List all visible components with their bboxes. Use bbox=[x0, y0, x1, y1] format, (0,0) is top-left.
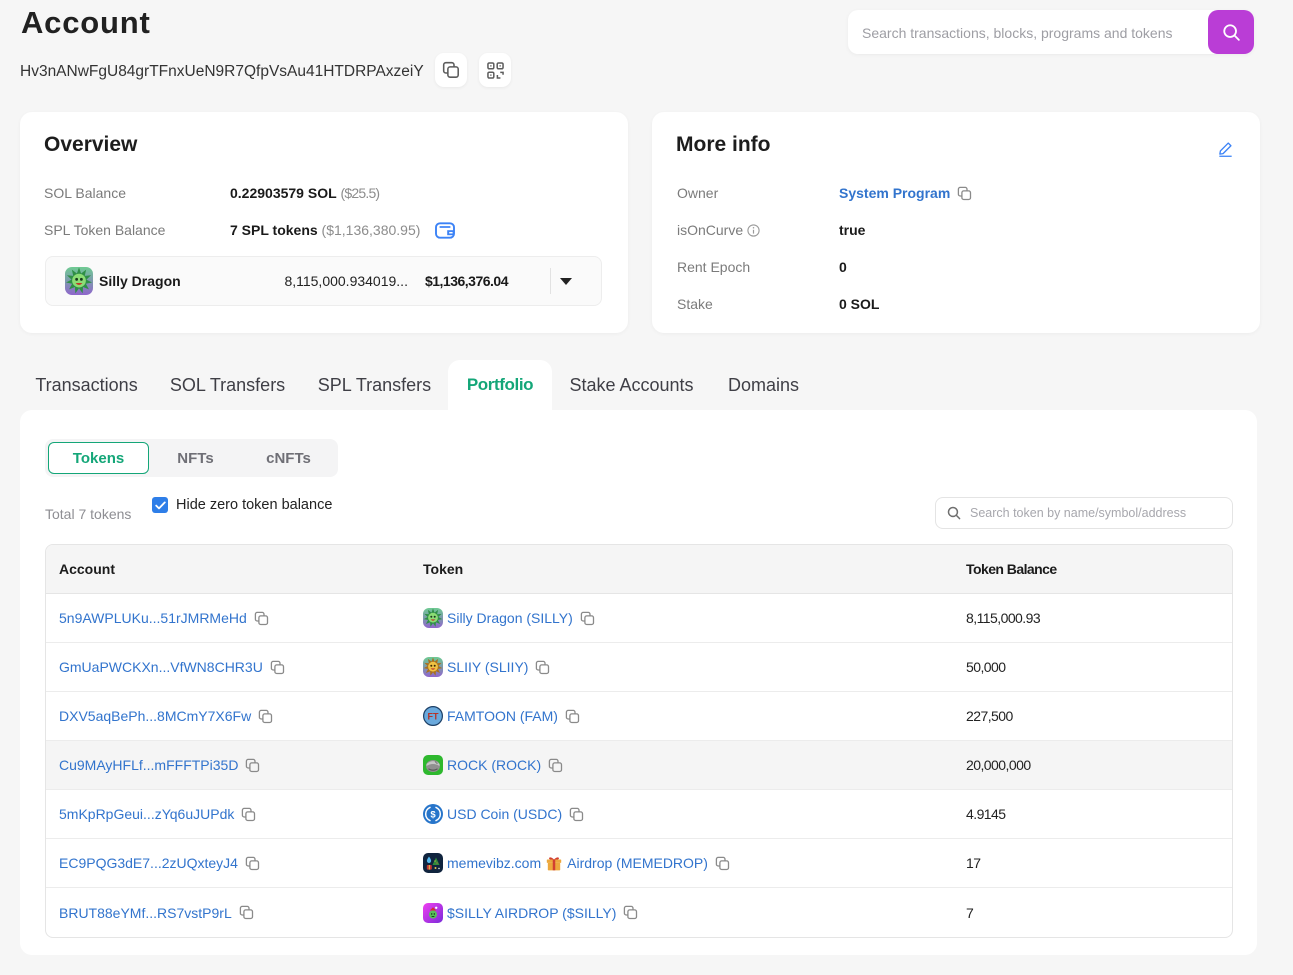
svg-text:FT: FT bbox=[428, 711, 439, 721]
svg-text:$: $ bbox=[430, 810, 436, 821]
